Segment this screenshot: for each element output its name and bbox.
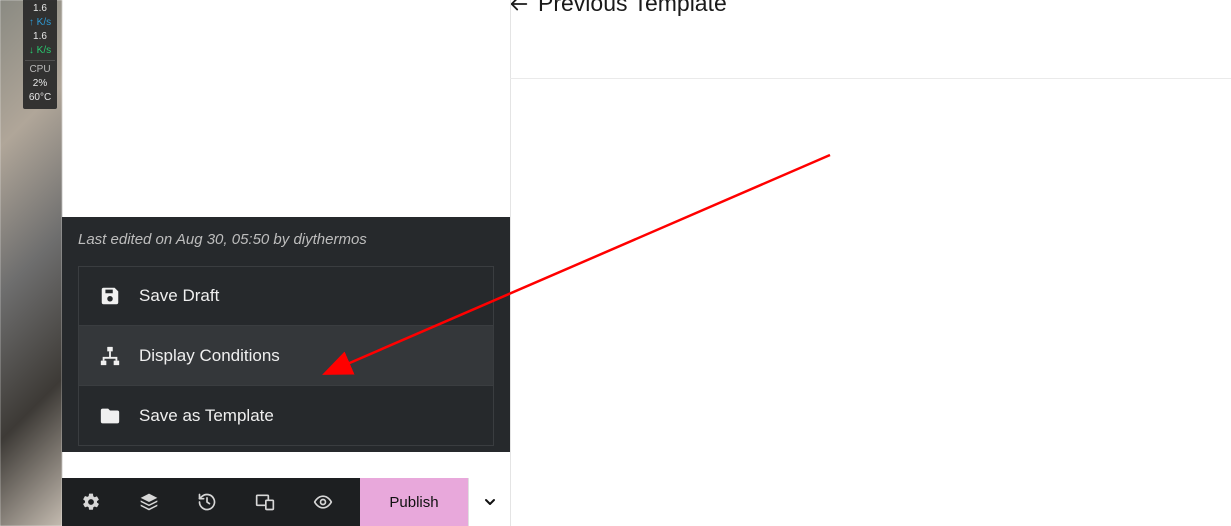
publish-options-button[interactable] [468, 478, 510, 526]
net-up-unit: ↑ K/s [23, 16, 57, 30]
publish-label: Publish [389, 494, 438, 511]
settings-button[interactable] [62, 478, 120, 526]
previous-template-link[interactable]: Previous Template [508, 0, 727, 17]
cpu-temp: 60°C [23, 91, 57, 105]
editor-panel: Last edited on Aug 30, 05:50 by diytherm… [62, 217, 510, 452]
cpu-label: CPU [23, 63, 57, 77]
responsive-button[interactable] [236, 478, 294, 526]
layers-icon [139, 492, 159, 512]
publish-button[interactable]: Publish [360, 478, 468, 526]
system-stats-widget: 1.6 ↑ K/s 1.6 ↓ K/s CPU 2% 60°C [23, 0, 57, 109]
navigator-button[interactable] [120, 478, 178, 526]
net-down-value: 1.6 [23, 30, 57, 44]
net-up-value: 1.6 [23, 2, 57, 16]
arrow-left-icon [508, 0, 530, 15]
net-down-unit: ↓ K/s [23, 44, 57, 58]
save-as-template-label: Save as Template [139, 406, 274, 426]
previous-template-label: Previous Template [538, 0, 727, 17]
save-draft-label: Save Draft [139, 286, 219, 306]
bottom-toolbar: Publish [62, 478, 510, 526]
preview-icon [313, 492, 333, 512]
chevron-down-icon [482, 494, 498, 510]
preview-button-icon[interactable] [294, 478, 352, 526]
display-conditions-label: Display Conditions [139, 346, 280, 366]
gear-icon [81, 492, 101, 512]
folder-icon [99, 405, 121, 427]
save-as-template-button[interactable]: Save as Template [78, 386, 494, 446]
history-icon [197, 492, 217, 512]
sitemap-icon [99, 345, 121, 367]
display-conditions-button[interactable]: Display Conditions [78, 326, 494, 386]
responsive-icon [255, 492, 275, 512]
save-icon [99, 285, 121, 307]
save-draft-button[interactable]: Save Draft [78, 266, 494, 326]
last-edited-meta: Last edited on Aug 30, 05:50 by diytherm… [62, 217, 510, 266]
history-button[interactable] [178, 478, 236, 526]
cpu-percent: 2% [23, 77, 57, 91]
right-pane-separator [510, 78, 1231, 79]
editor-menu: Save Draft Display Conditions Save as Te… [62, 266, 510, 446]
